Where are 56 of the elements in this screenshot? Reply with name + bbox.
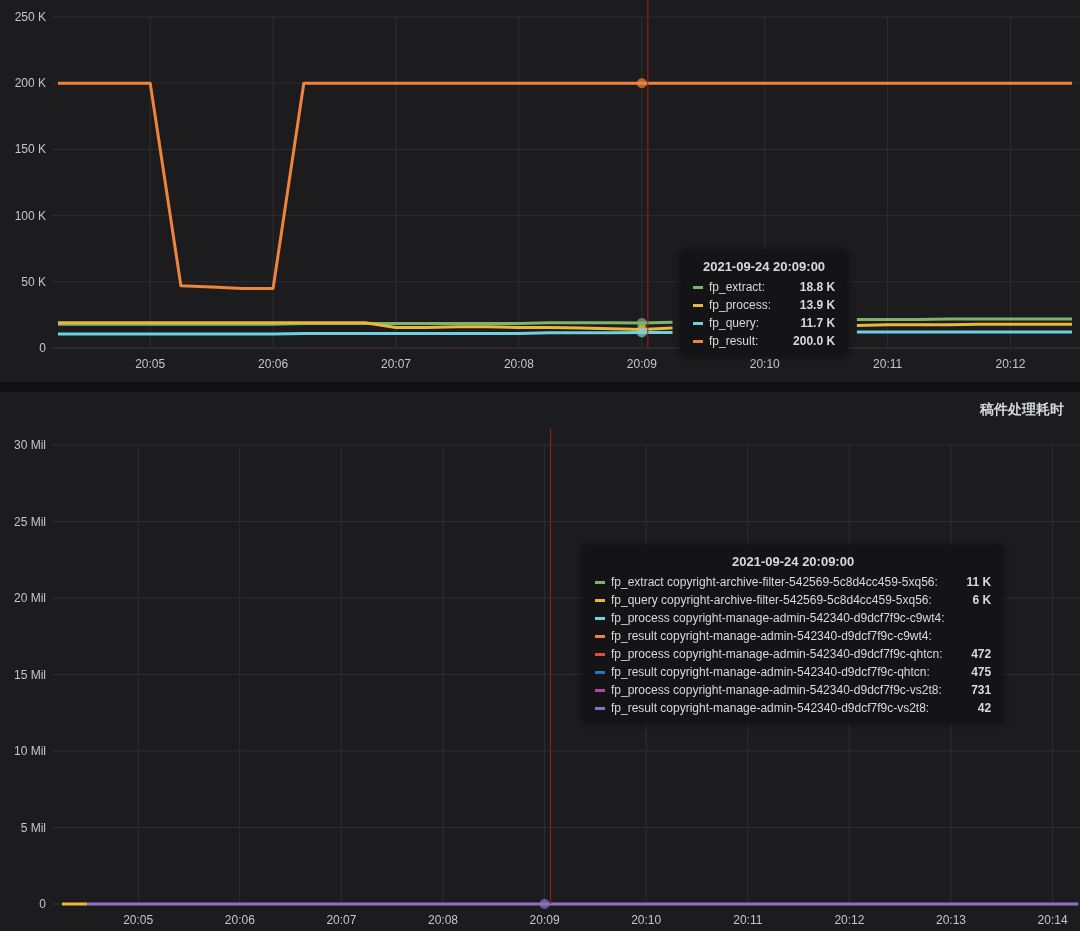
series-label: fp_process copyright-manage-admin-542340-d9dcf7f9c-vs2t8: bbox=[611, 683, 943, 697]
axis-label: 20:12 bbox=[834, 913, 865, 927]
axis-label: 20:11 bbox=[873, 357, 903, 371]
axis-label: 20:06 bbox=[258, 357, 289, 371]
series-value: 13.9 K bbox=[798, 298, 836, 312]
series-value: 11 K bbox=[965, 575, 992, 589]
series-value: 731 bbox=[970, 683, 992, 697]
series-label: fp_extract: bbox=[709, 280, 767, 294]
series-value: 475 bbox=[970, 665, 992, 679]
series-label: fp_extract copyright-archive-filter-542569-5c8d4cc459-5xq56: bbox=[611, 575, 939, 589]
axis-label: 20:06 bbox=[224, 913, 255, 927]
series-value: 472 bbox=[970, 647, 992, 661]
axis-label: 20:11 bbox=[733, 913, 763, 927]
axis-label: 15 Mil bbox=[14, 667, 46, 682]
series-value: 11.7 K bbox=[799, 316, 836, 330]
axis-label: 20:05 bbox=[135, 357, 166, 371]
axis-label: 5 Mil bbox=[20, 820, 46, 835]
axis-label: 0 bbox=[39, 341, 46, 355]
axis-label: 20:13 bbox=[936, 913, 966, 927]
axis-label: 20:08 bbox=[428, 913, 458, 927]
axis-label: 20:09 bbox=[529, 913, 560, 927]
axis-label: 30 Mil bbox=[14, 438, 46, 452]
axis-label: 20:09 bbox=[626, 357, 657, 371]
axis-label: 20:07 bbox=[326, 913, 357, 927]
panel-title: 稿件处理耗时 bbox=[980, 401, 1064, 419]
series-label: fp_process: bbox=[709, 298, 772, 312]
series-label: fp_result copyright-manage-admin-542340-d9dcf7f9c-vs2t8: bbox=[611, 701, 931, 715]
series-label: fp_process copyright-manage-admin-542340-d9dcf7f9c-c9wt4: bbox=[611, 611, 945, 625]
axis-label: 10 Mil bbox=[14, 744, 46, 758]
axis-label: 20 Mil bbox=[14, 591, 46, 605]
axis-label: 50 K bbox=[21, 274, 46, 289]
axis-label: 100 K bbox=[14, 208, 46, 223]
axis-label: 20:05 bbox=[123, 913, 154, 927]
axis-label: 20:07 bbox=[381, 357, 411, 371]
axis-label: 200 K bbox=[14, 76, 46, 91]
series-value: 200.0 K bbox=[792, 334, 836, 348]
series-label: fp_query copyright-archive-filter-542569-5c8d4cc459-5xq56: bbox=[611, 593, 933, 607]
axis-label: 20:10 bbox=[631, 913, 662, 927]
series-value: 6 K bbox=[971, 593, 992, 607]
series-value: 18.8 K bbox=[798, 280, 836, 294]
axis-label: 20:10 bbox=[749, 357, 780, 371]
axis-label: 25 Mil bbox=[14, 514, 46, 529]
series-label: fp_process copyright-manage-admin-542340-d9dcf7f9c-qhtcn: bbox=[611, 647, 944, 661]
series-value: 42 bbox=[976, 701, 992, 715]
axis-label: 250 K bbox=[14, 10, 46, 24]
series-label: fp_query: bbox=[709, 316, 761, 330]
series-label: fp_result: bbox=[709, 334, 760, 348]
series-label: fp_result copyright-manage-admin-542340-d9dcf7f9c-qhtcn: bbox=[611, 665, 931, 679]
tooltip-time: 2021-09-24 20:09:00 bbox=[701, 259, 827, 274]
axis-label: 150 K bbox=[14, 142, 46, 157]
axis-label: 20:12 bbox=[995, 357, 1026, 371]
series-label: fp_result copyright-manage-admin-542340-d9dcf7f9c-c9wt4: bbox=[611, 629, 933, 643]
axis-label: 0 bbox=[39, 897, 46, 911]
axis-label: 20:14 bbox=[1037, 913, 1068, 927]
axis-label: 20:08 bbox=[503, 357, 534, 371]
tooltip-time: 2021-09-24 20:09:00 bbox=[731, 554, 856, 569]
